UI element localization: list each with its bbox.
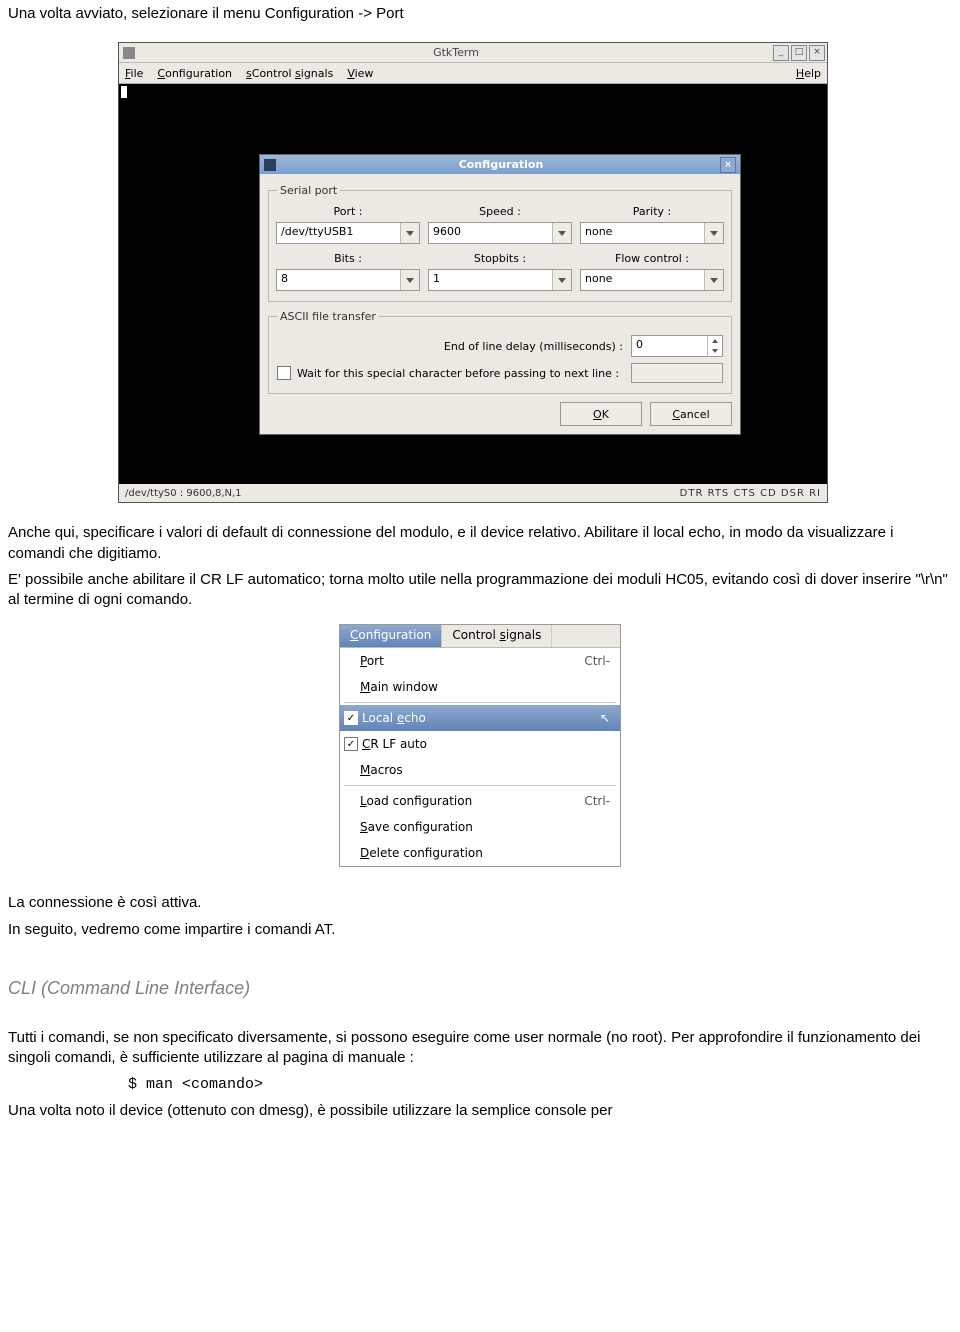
menu-file[interactable]: File xyxy=(125,67,143,80)
serial-port-group: Serial port Port : /dev/ttyUSB1 Speed : xyxy=(268,184,732,302)
bits-value: 8 xyxy=(277,270,400,290)
menu-item-macros[interactable]: Macros xyxy=(340,757,620,783)
chevron-down-icon[interactable] xyxy=(704,223,723,243)
speed-value: 9600 xyxy=(429,223,552,243)
parity-combo[interactable]: none xyxy=(580,222,724,244)
flow-combo[interactable]: none xyxy=(580,269,724,291)
menu-view[interactable]: View xyxy=(347,67,373,80)
menu-item-save[interactable]: Save configuration xyxy=(340,814,620,840)
speed-label: Speed : xyxy=(479,205,521,218)
port-value: /dev/ttyUSB1 xyxy=(277,223,400,243)
delay-label: End of line delay (milliseconds) : xyxy=(277,340,623,353)
app-icon xyxy=(123,47,135,59)
status-left: /dev/ttyS0 : 9600,8,N,1 xyxy=(125,488,242,499)
paragraph: In seguito, vedremo come impartire i com… xyxy=(8,920,952,940)
status-bar: /dev/ttyS0 : 9600,8,N,1 DTR RTS CTS CD D… xyxy=(119,484,827,502)
tab-configuration[interactable]: Configuration xyxy=(340,625,442,647)
paragraph: Una volta noto il device (ottenuto con d… xyxy=(8,1101,952,1121)
parity-label: Parity : xyxy=(633,205,671,218)
local-echo-checkbox[interactable]: ✓ xyxy=(344,711,358,725)
wait-char-field[interactable] xyxy=(631,363,723,383)
configuration-dialog: Configuration × Serial port Port : /dev/… xyxy=(259,154,741,435)
delay-spin[interactable]: 0 xyxy=(631,335,723,357)
menu-configuration[interactable]: Configuration xyxy=(157,67,232,80)
ascii-group: ASCII file transfer End of line delay (m… xyxy=(268,310,732,394)
shortcut: Ctrl- xyxy=(584,654,610,668)
terminal-cursor xyxy=(121,86,127,98)
stopbits-label: Stopbits : xyxy=(474,252,526,265)
chevron-down-icon[interactable] xyxy=(400,270,419,290)
menu-separator xyxy=(344,785,616,786)
chevron-down-icon[interactable] xyxy=(552,270,571,290)
wait-label: Wait for this special character before p… xyxy=(297,367,625,380)
menu-help[interactable]: Help xyxy=(796,67,821,80)
stopbits-value: 1 xyxy=(429,270,552,290)
delay-value: 0 xyxy=(632,336,707,356)
ok-button[interactable]: OK xyxy=(560,402,642,426)
wait-checkbox[interactable] xyxy=(277,366,291,380)
window-title: GtkTerm xyxy=(139,46,773,59)
menu-item-load[interactable]: Load configuration Ctrl- xyxy=(340,788,620,814)
menu-item-port[interactable]: Port Ctrl- xyxy=(340,648,620,674)
code-sample: $ man <comando> xyxy=(128,1075,952,1095)
chevron-down-icon[interactable] xyxy=(400,223,419,243)
minimize-button[interactable]: _ xyxy=(773,45,789,61)
bits-combo[interactable]: 8 xyxy=(276,269,420,291)
menu-control-signals[interactable]: sControl signals xyxy=(246,67,333,80)
menu-separator xyxy=(344,702,616,703)
bits-label: Bits : xyxy=(334,252,362,265)
configuration-menu: Configuration Control signals Port Ctrl-… xyxy=(339,624,621,867)
serial-port-legend: Serial port xyxy=(277,184,340,197)
ascii-legend: ASCII file transfer xyxy=(277,310,379,323)
spin-up-icon[interactable] xyxy=(708,336,722,346)
maximize-button[interactable]: □ xyxy=(791,45,807,61)
flow-value: none xyxy=(581,270,704,290)
close-button[interactable]: × xyxy=(809,45,825,61)
chevron-down-icon[interactable] xyxy=(704,270,723,290)
chevron-down-icon[interactable] xyxy=(552,223,571,243)
terminal-body[interactable]: Configuration × Serial port Port : /dev/… xyxy=(119,84,827,484)
status-right: DTR RTS CTS CD DSR RI xyxy=(680,488,821,499)
stopbits-combo[interactable]: 1 xyxy=(428,269,572,291)
menu-item-local-echo[interactable]: ✓ Local echo ↖ xyxy=(340,705,620,731)
speed-combo[interactable]: 9600 xyxy=(428,222,572,244)
menu-item-main-window[interactable]: Main window xyxy=(340,674,620,700)
dialog-close-button[interactable]: × xyxy=(720,157,736,173)
dialog-title: Configuration xyxy=(282,158,720,171)
tab-control-signals[interactable]: Control signals xyxy=(442,625,552,647)
paragraph: La connessione è così attiva. xyxy=(8,893,952,913)
port-label: Port : xyxy=(333,205,362,218)
gtkterm-window: GtkTerm _ □ × File Configuration sContro… xyxy=(118,42,828,503)
cancel-button[interactable]: Cancel xyxy=(650,402,732,426)
port-combo[interactable]: /dev/ttyUSB1 xyxy=(276,222,420,244)
crlf-checkbox[interactable]: ✓ xyxy=(344,737,358,751)
intro-text: Una volta avviato, selezionare il menu C… xyxy=(8,4,952,24)
shortcut: Ctrl- xyxy=(584,794,610,808)
dialog-icon xyxy=(264,159,276,171)
titlebar: GtkTerm _ □ × xyxy=(119,43,827,63)
menubar: File Configuration sControl signals View… xyxy=(119,63,827,84)
paragraph: E' possibile anche abilitare il CR LF au… xyxy=(8,570,952,611)
parity-value: none xyxy=(581,223,704,243)
dialog-titlebar: Configuration × xyxy=(260,155,740,174)
paragraph: Anche qui, specificare i valori di defau… xyxy=(8,523,952,564)
paragraph: Tutti i comandi, se non specificato dive… xyxy=(8,1028,952,1069)
menu-item-delete[interactable]: Delete configuration xyxy=(340,840,620,866)
flow-label: Flow control : xyxy=(615,252,689,265)
section-heading-cli: CLI (Command Line Interface) xyxy=(8,976,952,1000)
spin-down-icon[interactable] xyxy=(708,346,722,356)
cursor-icon: ↖ xyxy=(600,711,610,725)
menu-item-crlf[interactable]: ✓ CR LF auto xyxy=(340,731,620,757)
